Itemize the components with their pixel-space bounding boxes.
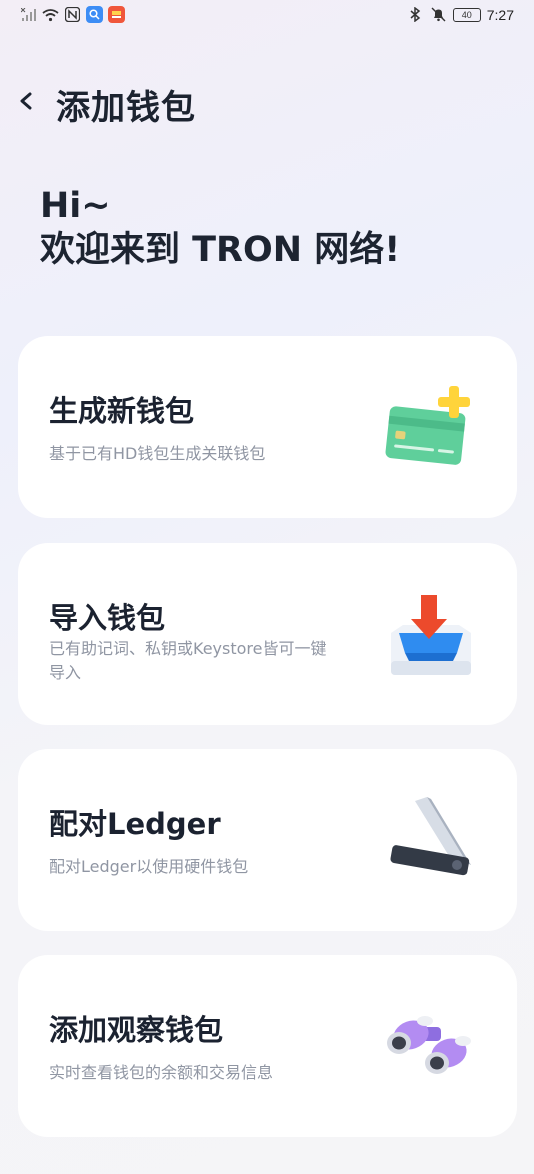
card-plus-icon — [381, 380, 477, 476]
news-app-icon — [108, 6, 125, 23]
import-wallet-card[interactable]: 导入钱包 已有助记词、私钥或Keystore皆可一键导入 — [18, 543, 517, 725]
card-title: 添加观察钱包 — [49, 1013, 224, 1047]
import-tray-icon — [381, 587, 477, 683]
card-description: 配对Ledger以使用硬件钱包 — [49, 857, 249, 876]
status-time: 7:27 — [486, 6, 514, 23]
status-bar: 40 7:27 — [0, 0, 534, 32]
card-description: 基于已有HD钱包生成关联钱包 — [49, 444, 266, 463]
welcome-greeting: Hi~ 欢迎来到 TRON 网络! — [40, 184, 400, 272]
mute-bell-icon — [430, 6, 447, 23]
card-title: 导入钱包 — [49, 601, 166, 635]
status-right: 40 7:27 — [407, 6, 514, 23]
header: 添加钱包 — [0, 76, 534, 128]
signal-icon — [20, 6, 37, 23]
search-app-icon — [86, 6, 103, 23]
battery-indicator: 40 — [452, 7, 481, 22]
greeting-line-2: 欢迎来到 TRON 网络! — [40, 230, 401, 270]
card-title: 配对Ledger — [49, 807, 221, 841]
ledger-device-icon — [381, 793, 477, 889]
create-wallet-card[interactable]: 生成新钱包 基于已有HD钱包生成关联钱包 — [18, 336, 517, 518]
status-left — [20, 6, 125, 23]
wifi-icon — [42, 6, 59, 23]
bluetooth-icon — [407, 6, 424, 23]
pair-ledger-card[interactable]: 配对Ledger 配对Ledger以使用硬件钱包 — [18, 749, 517, 931]
back-button[interactable] — [12, 86, 42, 116]
chevron-left-icon — [20, 92, 32, 110]
card-description: 实时查看钱包的余额和交易信息 — [49, 1063, 274, 1082]
nfc-icon — [64, 6, 81, 23]
page-title: 添加钱包 — [56, 88, 196, 128]
card-description: 已有助记词、私钥或Keystore皆可一键导入 — [49, 639, 327, 682]
binoculars-icon — [381, 999, 477, 1095]
greeting-line-1: Hi~ — [40, 186, 111, 226]
watch-wallet-card[interactable]: 添加观察钱包 实时查看钱包的余额和交易信息 — [18, 955, 517, 1137]
card-title: 生成新钱包 — [49, 394, 195, 428]
